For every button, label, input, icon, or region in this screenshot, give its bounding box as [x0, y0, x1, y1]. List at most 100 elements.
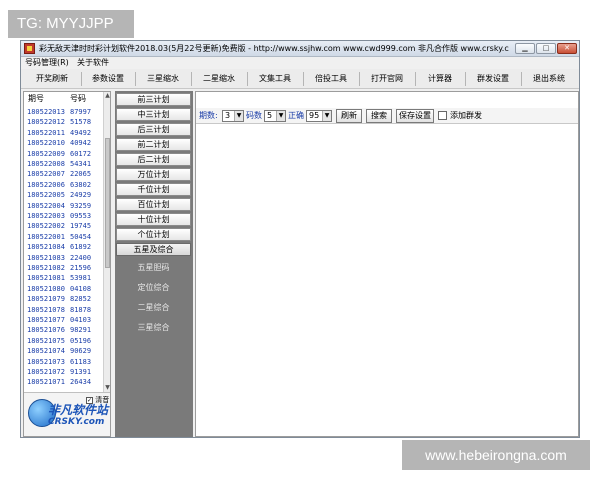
- toolbar-separator: [135, 72, 136, 86]
- table-row[interactable]: 180522010 40942: [24, 138, 104, 148]
- settings-button[interactable]: 参数设置: [83, 71, 133, 87]
- three-star-filter-button[interactable]: 三星缩水: [137, 71, 189, 87]
- table-row[interactable]: 180522006 63802: [24, 180, 104, 190]
- accuracy-value: 95: [309, 111, 320, 120]
- draw-history-list: 期号 号码 180522013 87997 180522012 51578 180522…: [23, 91, 111, 437]
- period-label: 期数:: [199, 111, 218, 120]
- table-row[interactable]: 180522001 50454: [24, 232, 104, 242]
- exit-button[interactable]: 退出系统: [523, 71, 575, 87]
- list-scrollbar[interactable]: ▲ ▼: [103, 92, 110, 392]
- accuracy-select[interactable]: 95 ▼: [306, 110, 332, 122]
- scroll-up-icon[interactable]: ▲: [104, 92, 110, 100]
- period-cell: 180522007: [27, 170, 65, 179]
- plan-back-two[interactable]: 后二计划: [116, 153, 191, 166]
- number-cell: 24929: [70, 191, 92, 200]
- calculator-button[interactable]: 计算器: [417, 71, 463, 87]
- menu-bar: 号码管理(R) 关于软件: [21, 57, 579, 68]
- toolbar-separator: [247, 72, 248, 86]
- text-tool-button[interactable]: 文集工具: [249, 71, 301, 87]
- table-row[interactable]: 180521072 91391: [24, 367, 104, 377]
- mass-send-checkbox[interactable]: [438, 111, 447, 120]
- table-row[interactable]: 180522008 54341: [24, 159, 104, 169]
- plan-front-two[interactable]: 前二计划: [116, 138, 191, 151]
- number-cell: 91391: [70, 368, 92, 376]
- plan-units[interactable]: 个位计划: [116, 228, 191, 241]
- period-cell: 180521076: [27, 326, 65, 335]
- open-website-button[interactable]: 打开官网: [361, 71, 413, 87]
- period-cell: 180521073: [27, 357, 65, 366]
- table-row[interactable]: 180521074 90629: [24, 346, 104, 356]
- menu-number-management[interactable]: 号码管理(R): [25, 57, 69, 68]
- minimize-button[interactable]: ▁: [515, 43, 535, 54]
- mass-send-settings-button[interactable]: 群发设置: [467, 71, 519, 87]
- mute-label: 清音: [95, 396, 110, 404]
- period-cell: 180522001: [27, 232, 65, 241]
- table-row[interactable]: 180522007 22065: [24, 169, 104, 179]
- chevron-down-icon[interactable]: ▼: [276, 111, 285, 121]
- title-bar[interactable]: 彩无敌天津时时彩计划软件2018.03(5月22号更新)免费版 - http:/…: [21, 41, 579, 57]
- table-row[interactable]: 180522009 60172: [24, 149, 104, 159]
- link-two-star-combined[interactable]: 二星综合: [116, 301, 191, 315]
- table-row[interactable]: 180521084 61892: [24, 242, 104, 252]
- table-row[interactable]: 180521071 26434: [24, 377, 104, 387]
- period-select[interactable]: 3 ▼: [222, 110, 244, 122]
- table-row[interactable]: 180521073 61183: [24, 357, 104, 367]
- table-row[interactable]: 180521078 81878: [24, 305, 104, 315]
- plan-ten-thousands[interactable]: 万位计划: [116, 168, 191, 181]
- list-header: 期号 号码: [24, 92, 104, 106]
- menu-about[interactable]: 关于软件: [77, 57, 109, 68]
- search-button[interactable]: 搜索: [366, 109, 392, 123]
- table-row[interactable]: 180522003 09553: [24, 211, 104, 221]
- table-row[interactable]: 180521076 98291: [24, 325, 104, 335]
- table-row[interactable]: 180522013 87997: [24, 107, 104, 117]
- link-three-star-combined[interactable]: 三星综合: [116, 321, 191, 335]
- mute-checkbox[interactable]: ✓ 清音: [86, 395, 109, 405]
- number-cell: 05196: [70, 336, 92, 345]
- scroll-down-icon[interactable]: ▼: [104, 384, 110, 392]
- period-cell: 180521074: [27, 347, 65, 356]
- period-cell: 180521082: [27, 264, 65, 272]
- table-row[interactable]: 180521082 21596: [24, 263, 104, 273]
- maximize-button[interactable]: □: [536, 43, 556, 54]
- plan-back-three[interactable]: 后三计划: [116, 123, 191, 136]
- number-cell: 81878: [70, 305, 92, 314]
- save-settings-button[interactable]: 保存设置: [396, 109, 434, 123]
- table-row[interactable]: 180522002 19745: [24, 221, 104, 231]
- table-row[interactable]: 180521079 82852: [24, 294, 104, 304]
- plan-thousands[interactable]: 千位计划: [116, 183, 191, 196]
- table-row[interactable]: 180522004 93259: [24, 201, 104, 211]
- link-position-combined[interactable]: 定位综合: [116, 281, 191, 295]
- plan-front-three[interactable]: 前三计划: [116, 93, 191, 106]
- table-row[interactable]: 180522012 51578: [24, 117, 104, 127]
- table-row[interactable]: 180521080 04108: [24, 284, 104, 294]
- code-count-select[interactable]: 5 ▼: [264, 110, 286, 122]
- link-five-star-core[interactable]: 五星胆码: [116, 261, 191, 275]
- period-cell: 180522010: [27, 139, 65, 148]
- plan-hundreds[interactable]: 百位计划: [116, 198, 191, 211]
- table-row[interactable]: 180522005 24929: [24, 190, 104, 200]
- number-cell: 63802: [70, 180, 92, 189]
- chevron-down-icon[interactable]: ▼: [234, 111, 243, 121]
- refresh-draw-button[interactable]: 开奖刷新: [27, 71, 77, 87]
- scroll-thumb[interactable]: [105, 138, 110, 268]
- two-star-filter-button[interactable]: 二星缩水: [193, 71, 245, 87]
- app-window: 彩无敌天津时时彩计划软件2018.03(5月22号更新)免费版 - http:/…: [20, 40, 580, 438]
- chevron-down-icon[interactable]: ▼: [322, 111, 331, 121]
- table-row[interactable]: 180522011 49492: [24, 128, 104, 138]
- table-row[interactable]: 180521077 04103: [24, 315, 104, 325]
- close-button[interactable]: ✕: [557, 43, 577, 54]
- number-cell: 49492: [70, 128, 92, 137]
- refresh-button[interactable]: 刷新: [336, 109, 362, 123]
- table-row[interactable]: 180521075 05196: [24, 336, 104, 346]
- table-row[interactable]: 180521083 22400: [24, 253, 104, 263]
- plan-tens[interactable]: 十位计划: [116, 213, 191, 226]
- number-cell: 21596: [70, 264, 92, 272]
- number-cell: 82852: [70, 295, 92, 304]
- period-cell: 180521080: [27, 284, 65, 293]
- plan-middle-three[interactable]: 中三计划: [116, 108, 191, 121]
- multiplier-tool-button[interactable]: 倍投工具: [305, 71, 357, 87]
- check-mark-icon[interactable]: ✓: [86, 396, 93, 404]
- table-row[interactable]: 180521081 53981: [24, 273, 104, 283]
- period-cell: 180521079: [27, 295, 65, 304]
- plan-five-star-combined[interactable]: 五星及综合: [116, 243, 191, 256]
